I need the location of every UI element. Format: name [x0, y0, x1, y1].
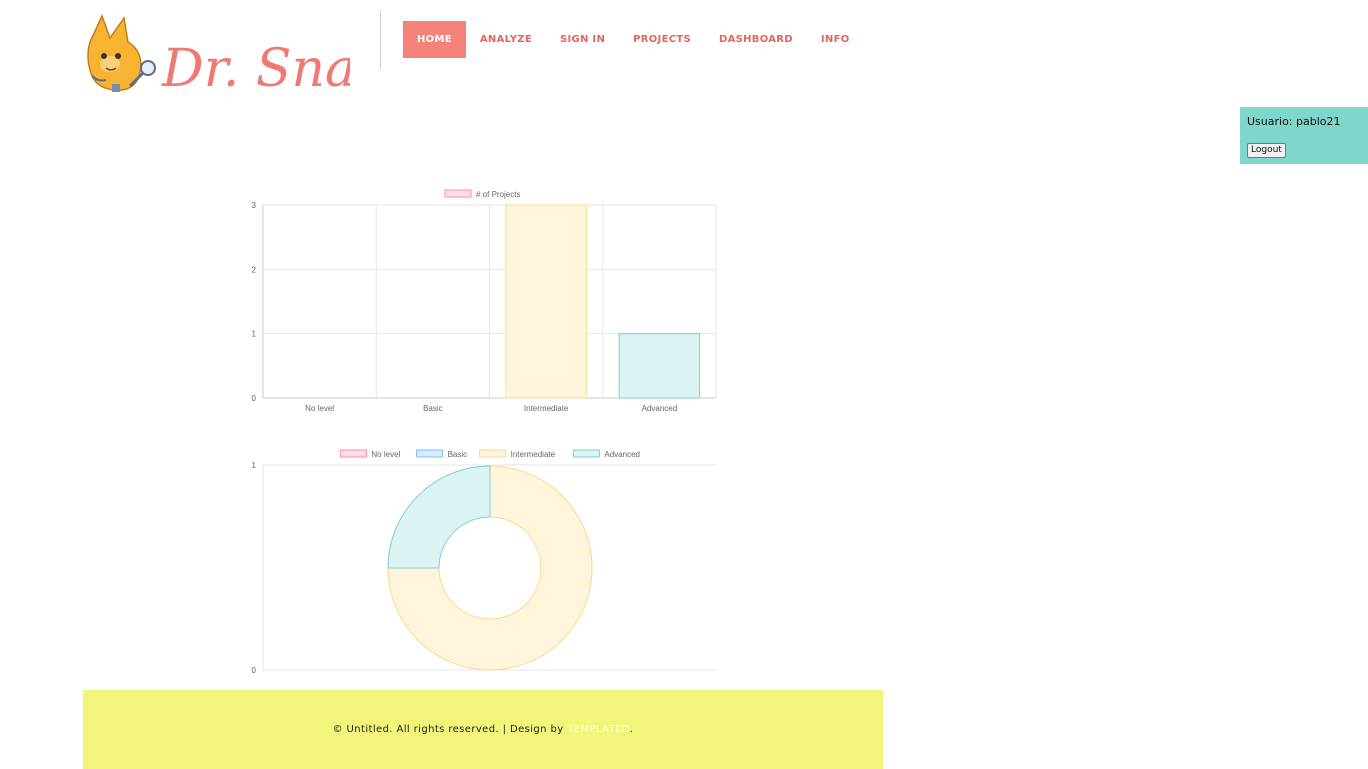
levels-doughnut-chart: No level Basic Intermediate Advanced 0 1	[230, 444, 730, 676]
y-tick-label: 2	[252, 265, 257, 274]
doughnut-chart-canvas: No level Basic Intermediate Advanced 0 1	[252, 449, 716, 675]
user-label: Usuario: pablo21	[1247, 115, 1341, 128]
legend-label: Intermediate	[511, 450, 556, 459]
nav-projects[interactable]: PROJECTS	[619, 21, 705, 58]
nav-sign-in[interactable]: SIGN IN	[546, 21, 619, 58]
nav-analyze[interactable]: ANALYZE	[466, 21, 546, 58]
x-tick-label: No level	[305, 404, 334, 413]
y-tick-label: 1	[252, 461, 257, 470]
bar-intermediate[interactable]	[505, 204, 587, 399]
x-tick-label: Basic	[423, 404, 443, 413]
bar-advanced[interactable]	[618, 333, 701, 399]
legend-label: Advanced	[604, 450, 640, 459]
logo[interactable]: Dr. Snap!	[84, 12, 410, 99]
legend-label: Basic	[448, 450, 468, 459]
footer-suffix: .	[629, 724, 634, 735]
page: Dr. Snap! HOME ANALYZE SIGN IN PROJECTS …	[0, 0, 1368, 769]
y-tick-label: 0	[252, 666, 257, 675]
logout-button[interactable]: Logout	[1247, 143, 1286, 158]
bar-chart-canvas: # of Projects 0 1 2 3 No level Basic Intermedia…	[252, 189, 717, 413]
legend-swatch	[572, 449, 600, 458]
nav-dashboard[interactable]: DASHBOARD	[705, 21, 807, 58]
nav-home[interactable]: HOME	[403, 21, 466, 58]
legend-swatch	[416, 449, 444, 458]
main-nav: HOME ANALYZE SIGN IN PROJECTS DASHBOARD …	[403, 21, 864, 58]
legend-label: # of Projects	[476, 190, 520, 199]
legend-swatch	[444, 189, 472, 198]
x-tick-label: Advanced	[642, 404, 678, 413]
header-divider	[380, 10, 381, 69]
footer-templated-link[interactable]: TEMPLATED	[567, 724, 630, 735]
projects-bar-chart: # of Projects 0 1 2 3 No level Basic Intermedia…	[230, 184, 730, 420]
legend-swatch	[339, 449, 367, 458]
nav-info[interactable]: INFO	[807, 21, 864, 58]
footer: © Untitled. All rights reserved. | Desig…	[83, 690, 883, 769]
logo-wordmark: Dr. Snap!	[161, 39, 350, 98]
y-tick-label: 3	[252, 201, 257, 210]
x-tick-label: Intermediate	[524, 404, 569, 413]
bar-legend: # of Projects	[444, 189, 520, 199]
legend-swatch	[479, 449, 507, 458]
y-tick-label: 1	[252, 330, 257, 339]
dr-snap-logo-icon: Dr. Snap!	[87, 14, 410, 99]
doughnut-legend: No level Basic Intermediate Advanced	[339, 449, 640, 459]
footer-copyright: © Untitled. All rights reserved. | Desig…	[332, 724, 564, 735]
user-panel: Usuario: pablo21 Logout	[1240, 107, 1368, 164]
legend-label: No level	[371, 450, 400, 459]
y-tick-label: 0	[252, 394, 257, 403]
slice-advanced[interactable]	[387, 465, 491, 569]
